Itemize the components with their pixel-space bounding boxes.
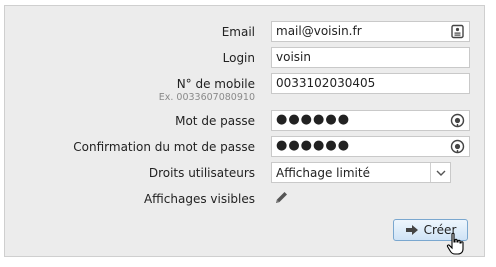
displays-row: Affichages visibles — [5, 188, 484, 212]
password-confirm-row: Confirmation du mot de passe ●●●●●● — [5, 136, 484, 160]
password-confirm-label: Confirmation du mot de passe — [73, 140, 255, 154]
email-row: Email mail@voisin.fr — [5, 21, 484, 45]
user-form-panel: Email mail@voisin.fr Login voisin N° de … — [4, 5, 485, 257]
eye-icon[interactable] — [450, 139, 465, 154]
contact-card-icon[interactable] — [450, 24, 465, 39]
email-field[interactable]: mail@voisin.fr — [271, 21, 470, 42]
chevron-down-icon[interactable] — [430, 163, 450, 182]
arrow-right-icon — [405, 225, 418, 235]
email-label: Email — [221, 25, 255, 39]
password-row: Mot de passe ●●●●●● — [5, 110, 484, 134]
pencil-icon[interactable] — [273, 190, 289, 206]
mobile-field[interactable]: 0033102030405 — [271, 73, 470, 94]
mobile-row: N° de mobile Ex. 0033607080910 003310203… — [5, 73, 484, 107]
eye-icon[interactable] — [450, 113, 465, 128]
rights-selected-value: Affichage limité — [276, 166, 370, 180]
rights-label: Droits utilisateurs — [148, 166, 255, 180]
hand-cursor-icon — [446, 232, 464, 255]
password-label: Mot de passe — [175, 114, 255, 128]
login-label: Login — [222, 51, 255, 65]
mobile-hint: Ex. 0033607080910 — [158, 92, 255, 103]
mobile-label: N° de mobile — [176, 77, 255, 91]
password-field[interactable]: ●●●●●● — [271, 110, 470, 131]
rights-row: Droits utilisateurs Affichage limité — [5, 162, 484, 186]
login-field[interactable]: voisin — [271, 47, 470, 68]
rights-select[interactable]: Affichage limité — [271, 162, 451, 183]
displays-label: Affichages visibles — [143, 192, 255, 206]
login-row: Login voisin — [5, 47, 484, 71]
password-confirm-field[interactable]: ●●●●●● — [271, 136, 470, 157]
